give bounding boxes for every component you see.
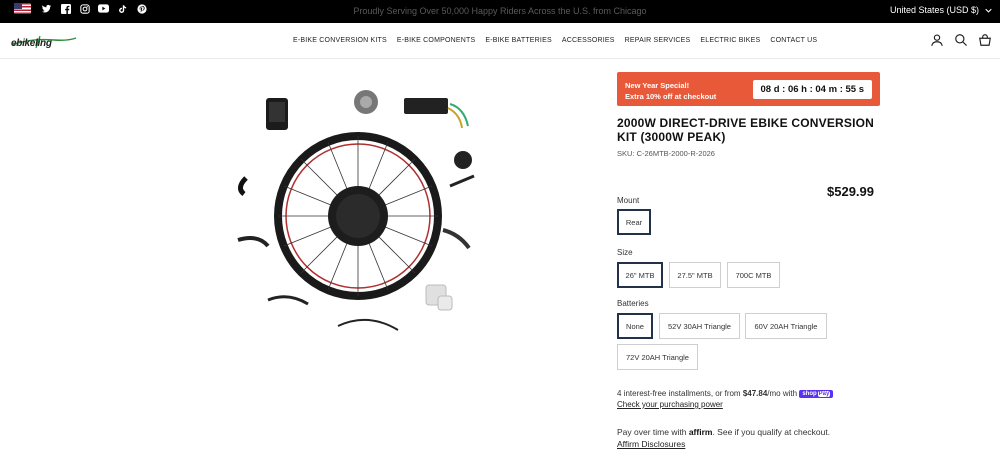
- promo-text: New Year Special! Extra 10% off at check…: [625, 80, 716, 102]
- product-image[interactable]: [228, 90, 498, 340]
- size-label: Size: [617, 248, 633, 257]
- battery-option-none[interactable]: None: [617, 313, 653, 339]
- announcement-bar: Proudly Serving Over 50,000 Happy Riders…: [0, 0, 1000, 23]
- shoppay-pay-text: Pay: [817, 391, 831, 397]
- nav-accessories[interactable]: ACCESSORIES: [562, 37, 615, 44]
- battery-option-52v-30ah[interactable]: 52V 30AH Triangle: [659, 313, 740, 339]
- affirm-logo: affirm: [688, 427, 713, 437]
- affirm-prefix: Pay over time with: [617, 427, 687, 437]
- installments-text: 4 interest-free installments, or from: [617, 389, 743, 398]
- nav-contact-us[interactable]: CONTACT US: [770, 37, 817, 44]
- mount-option-rear[interactable]: Rear: [617, 209, 651, 235]
- batteries-label: Batteries: [617, 299, 649, 308]
- nav-components[interactable]: E-BIKE COMPONENTS: [397, 37, 475, 44]
- promo-headline: New Year Special!: [625, 81, 690, 90]
- nav-batteries[interactable]: E-BIKE BATTERIES: [485, 37, 551, 44]
- shoppay-logo: shop Pay: [799, 390, 834, 398]
- size-option-26-mtb[interactable]: 26" MTB: [617, 262, 663, 288]
- account-icon[interactable]: [930, 33, 944, 47]
- svg-text:ebikeling: ebikeling: [11, 38, 52, 49]
- battery-option-72v-20ah[interactable]: 72V 20AH Triangle: [617, 344, 698, 370]
- product-sku: SKU: C-26MTB-2000-R-2026: [617, 149, 715, 158]
- countdown-timer: 08 d : 06 h : 04 m : 55 s: [752, 80, 872, 99]
- promo-banner: New Year Special! Extra 10% off at check…: [617, 72, 880, 106]
- product-title: 2000W DIRECT-DRIVE EBIKE CONVERSION KIT …: [617, 116, 875, 144]
- nav-repair-services[interactable]: REPAIR SERVICES: [625, 37, 691, 44]
- shoppay-installments: 4 interest-free installments, or from $4…: [617, 389, 834, 409]
- currency-selector[interactable]: United States (USD $): [890, 5, 992, 15]
- currency-label: United States (USD $): [889, 5, 979, 15]
- shoppay-text: shop: [802, 391, 817, 397]
- search-icon[interactable]: [954, 33, 968, 47]
- header-actions: [930, 33, 992, 47]
- promo-subline: Extra 10% off at checkout: [625, 92, 717, 101]
- installments-amount: $47.84: [742, 389, 768, 398]
- site-header: ebikeling E-BIKE CONVERSION KITS E-BIKE …: [0, 23, 1000, 59]
- affirm-message: Pay over time with affirm. See if you qu…: [617, 427, 830, 449]
- check-purchasing-power-link[interactable]: Check your purchasing power: [617, 400, 833, 409]
- main-nav: E-BIKE CONVERSION KITS E-BIKE COMPONENTS…: [293, 37, 817, 44]
- product-price: $529.99: [827, 184, 874, 199]
- nav-conversion-kits[interactable]: E-BIKE CONVERSION KITS: [293, 37, 387, 44]
- size-option-27-5-mtb[interactable]: 27.5" MTB: [669, 262, 721, 288]
- battery-option-60v-20ah[interactable]: 60V 20AH Triangle: [745, 313, 827, 339]
- announcement-text: Proudly Serving Over 50,000 Happy Riders…: [353, 6, 647, 16]
- affirm-disclosures-link[interactable]: Affirm Disclosures: [617, 439, 830, 449]
- cart-icon[interactable]: [978, 33, 992, 47]
- affirm-suffix: . See if you qualify at checkout.: [712, 427, 831, 437]
- size-option-700c-mtb[interactable]: 700C MTB: [727, 262, 780, 288]
- ebikeling-logo[interactable]: ebikeling: [10, 34, 78, 50]
- chevron-down-icon: [985, 8, 992, 13]
- installments-suffix: /mo with: [767, 389, 798, 398]
- mount-label: Mount: [617, 196, 640, 205]
- nav-electric-bikes[interactable]: ELECTRIC BIKES: [700, 37, 760, 44]
